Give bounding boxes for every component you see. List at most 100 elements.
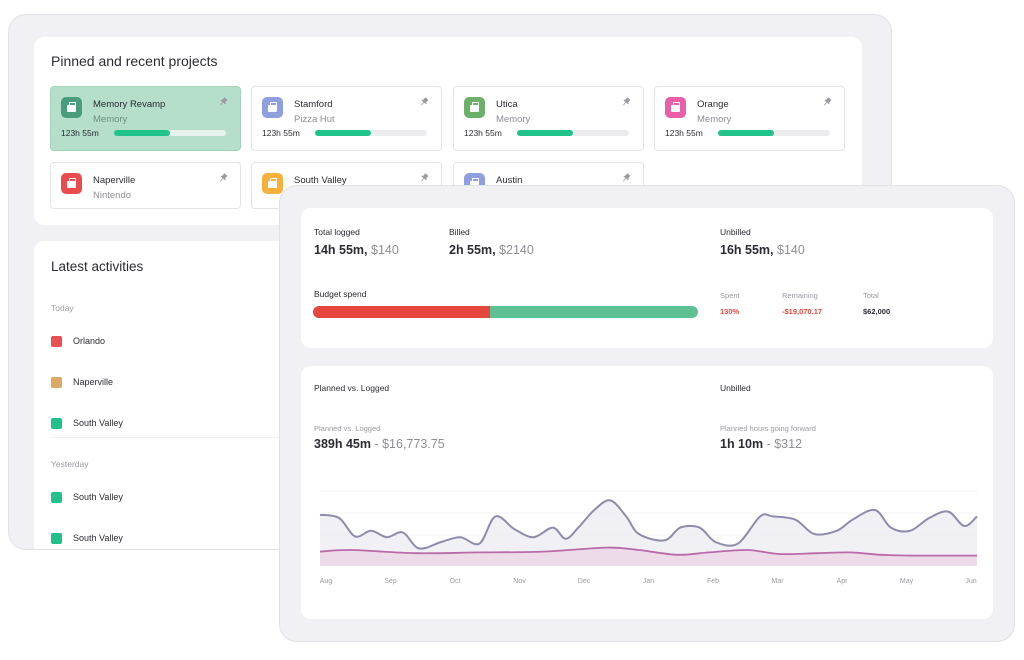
x-tick-label: Apr bbox=[837, 578, 849, 585]
briefcase-icon bbox=[61, 97, 82, 118]
latest-activities-title: Latest activities bbox=[51, 259, 144, 274]
project-progress-bar bbox=[315, 130, 427, 136]
project-name: Utica bbox=[496, 99, 518, 110]
spent-value: 130% bbox=[720, 307, 740, 316]
total-label: Total bbox=[863, 291, 879, 300]
activities-divider bbox=[51, 437, 294, 438]
activity-item[interactable]: South Valley bbox=[51, 531, 123, 545]
project-progress-bar bbox=[114, 130, 226, 136]
briefcase-icon bbox=[665, 97, 686, 118]
project-hours: 123h 55m bbox=[464, 128, 502, 138]
pin-icon[interactable] bbox=[419, 97, 429, 107]
x-tick-label: Dec bbox=[578, 578, 591, 585]
planned-forward-time: 1h 10m bbox=[720, 437, 764, 451]
billed-time: 2h 55m, bbox=[449, 243, 496, 257]
activity-item[interactable]: South Valley bbox=[51, 490, 123, 504]
pin-icon[interactable] bbox=[419, 173, 429, 183]
summary-stats-panel: Total logged 14h 55m, $140 Billed 2h 55m… bbox=[301, 208, 993, 348]
budget-spend-bar bbox=[313, 306, 698, 318]
project-card[interactable]: Utica Memory 123h 55m bbox=[453, 86, 644, 151]
x-tick-label: Jan bbox=[643, 578, 654, 585]
pin-icon[interactable] bbox=[218, 173, 228, 183]
x-tick-label: Feb bbox=[707, 578, 719, 585]
total-logged-time: 14h 55m, bbox=[314, 243, 368, 257]
project-client: Pizza Hut bbox=[294, 114, 335, 125]
latest-activities-panel: Latest activities Today Orlando Naperville… bbox=[34, 241, 294, 549]
activity-project-name: South Valley bbox=[73, 418, 123, 428]
x-tick-label: Jun bbox=[965, 578, 976, 585]
activity-item[interactable]: Naperville bbox=[51, 375, 113, 389]
x-tick-label: Sep bbox=[384, 578, 397, 585]
planned-vs-logged-panel: Planned vs. Logged Unbilled Planned vs. … bbox=[301, 366, 993, 619]
activity-item[interactable]: Orlando bbox=[51, 334, 105, 348]
planned-vs-logged-amount: - $16,773.75 bbox=[374, 437, 445, 451]
project-color-swatch bbox=[51, 376, 62, 388]
project-card[interactable]: Memory Revamp Memory 123h 55m bbox=[50, 86, 241, 151]
project-client: Memory bbox=[697, 114, 732, 125]
activity-project-name: South Valley bbox=[73, 533, 123, 543]
project-hours: 123h 55m bbox=[665, 128, 703, 138]
project-color-swatch bbox=[51, 417, 62, 429]
billed-amount: $2140 bbox=[499, 243, 534, 257]
total-logged-amount: $140 bbox=[371, 243, 399, 257]
briefcase-icon bbox=[262, 97, 283, 118]
project-hours: 123h 55m bbox=[61, 128, 99, 138]
project-card[interactable]: Stamford Pizza Hut 123h 55m bbox=[251, 86, 442, 151]
planned-forward-subtitle: Planned hours going forward bbox=[720, 424, 816, 433]
total-value: $62,000 bbox=[863, 307, 891, 316]
activity-item[interactable]: South Valley bbox=[51, 416, 123, 430]
project-client: Nintendo bbox=[93, 190, 132, 201]
briefcase-icon bbox=[464, 97, 485, 118]
activity-project-name: Naperville bbox=[73, 377, 114, 387]
remaining-label: Remaining bbox=[782, 291, 818, 300]
activity-group-label: Yesterday bbox=[51, 459, 89, 469]
project-card[interactable]: Naperville Nintendo bbox=[50, 162, 241, 209]
project-client: Memory bbox=[93, 114, 128, 125]
pinned-projects-title: Pinned and recent projects bbox=[51, 53, 218, 69]
briefcase-icon bbox=[61, 173, 82, 194]
pin-icon[interactable] bbox=[621, 97, 631, 107]
total-logged-value: 14h 55m, $140 bbox=[314, 243, 399, 257]
planned-forward-amount: - $312 bbox=[766, 437, 803, 451]
planned-forward-value: 1h 10m - $312 bbox=[720, 437, 802, 451]
pin-icon[interactable] bbox=[822, 97, 832, 107]
x-tick-label: Aug bbox=[320, 578, 333, 585]
pin-icon[interactable] bbox=[218, 97, 228, 107]
x-tick-label: Oct bbox=[450, 578, 461, 585]
project-progress-fill bbox=[517, 130, 573, 136]
unbilled-amount: $140 bbox=[777, 243, 805, 257]
project-name: Memory Revamp bbox=[93, 99, 166, 110]
activity-project-name: Orlando bbox=[73, 336, 106, 346]
project-progress-fill bbox=[315, 130, 371, 136]
project-progress-bar bbox=[517, 130, 629, 136]
x-tick-label: Mar bbox=[771, 578, 784, 585]
activity-group-label: Today bbox=[51, 303, 74, 313]
billed-label: Billed bbox=[449, 227, 470, 237]
planned-vs-logged-value: 389h 45m - $16,773.75 bbox=[314, 437, 445, 451]
unbilled-chart-title: Unbilled bbox=[720, 383, 751, 393]
activity-project-name: South Valley bbox=[73, 492, 123, 502]
planned-vs-logged-chart: Aug Sep Oct Nov Dec Jan Feb Mar Apr May Jun bbox=[320, 490, 978, 585]
billed-value: 2h 55m, $2140 bbox=[449, 243, 534, 257]
planned-vs-logged-title: Planned vs. Logged bbox=[314, 383, 390, 393]
project-client: Memory bbox=[496, 114, 531, 125]
remaining-value: -$19,070.17 bbox=[782, 307, 823, 316]
total-logged-label: Total logged bbox=[314, 227, 360, 237]
unbilled-time: 16h 55m, bbox=[720, 243, 774, 257]
briefcase-icon bbox=[262, 173, 283, 194]
unbilled-label: Unbilled bbox=[720, 227, 751, 237]
project-color-swatch bbox=[51, 532, 62, 544]
project-progress-fill bbox=[718, 130, 774, 136]
project-progress-bar bbox=[718, 130, 830, 136]
project-hours: 123h 55m bbox=[262, 128, 300, 138]
pin-icon[interactable] bbox=[621, 173, 631, 183]
project-name: Naperville bbox=[93, 175, 136, 186]
budget-spent-fill bbox=[313, 306, 491, 318]
project-progress-fill bbox=[114, 130, 170, 136]
project-card[interactable]: Orange Memory 123h 55m bbox=[654, 86, 845, 151]
budget-spend-label: Budget spend bbox=[314, 289, 367, 299]
planned-vs-logged-subtitle: Planned vs. Logged bbox=[314, 424, 381, 433]
x-tick-label: Nov bbox=[513, 578, 526, 585]
x-tick-label: May bbox=[900, 578, 914, 585]
project-color-swatch bbox=[51, 335, 62, 347]
